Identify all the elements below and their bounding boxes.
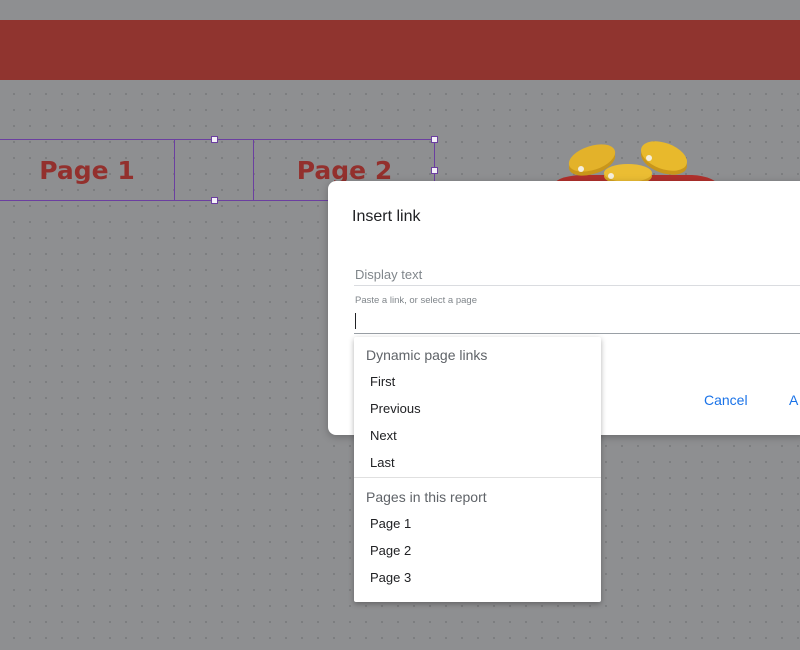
menu-separator — [354, 477, 601, 478]
link-suggestions-dropdown: Dynamic page links First Previous Next L… — [354, 337, 601, 602]
menu-item-page-2[interactable]: Page 2 — [370, 543, 411, 558]
menu-item-first[interactable]: First — [370, 374, 395, 389]
link-input-underline — [354, 333, 800, 334]
link-input-caret[interactable] — [355, 313, 356, 329]
nav-button-page-1[interactable]: Page 1 — [0, 140, 174, 200]
link-field-label: Paste a link, or select a page — [355, 295, 477, 306]
menu-item-last[interactable]: Last — [370, 455, 395, 470]
menu-item-next[interactable]: Next — [370, 428, 397, 443]
nav-divider — [174, 139, 175, 201]
report-pages-header: Pages in this report — [366, 489, 487, 505]
menu-item-previous[interactable]: Previous — [370, 401, 421, 416]
resize-handle-right[interactable] — [431, 167, 438, 174]
resize-handle-top-right[interactable] — [431, 136, 438, 143]
resize-handle-bottom[interactable] — [211, 197, 218, 204]
menu-item-page-3[interactable]: Page 3 — [370, 570, 411, 585]
apply-button[interactable]: A — [789, 392, 798, 408]
menu-item-page-1[interactable]: Page 1 — [370, 516, 411, 531]
header-banner — [0, 20, 800, 80]
resize-handle-top[interactable] — [211, 136, 218, 143]
dialog-title: Insert link — [352, 208, 421, 225]
canvas-top — [0, 0, 800, 20]
display-text-underline — [354, 285, 800, 286]
dynamic-links-header: Dynamic page links — [366, 347, 488, 363]
display-text-field[interactable]: Display text — [355, 267, 422, 282]
cancel-button[interactable]: Cancel — [704, 392, 748, 408]
